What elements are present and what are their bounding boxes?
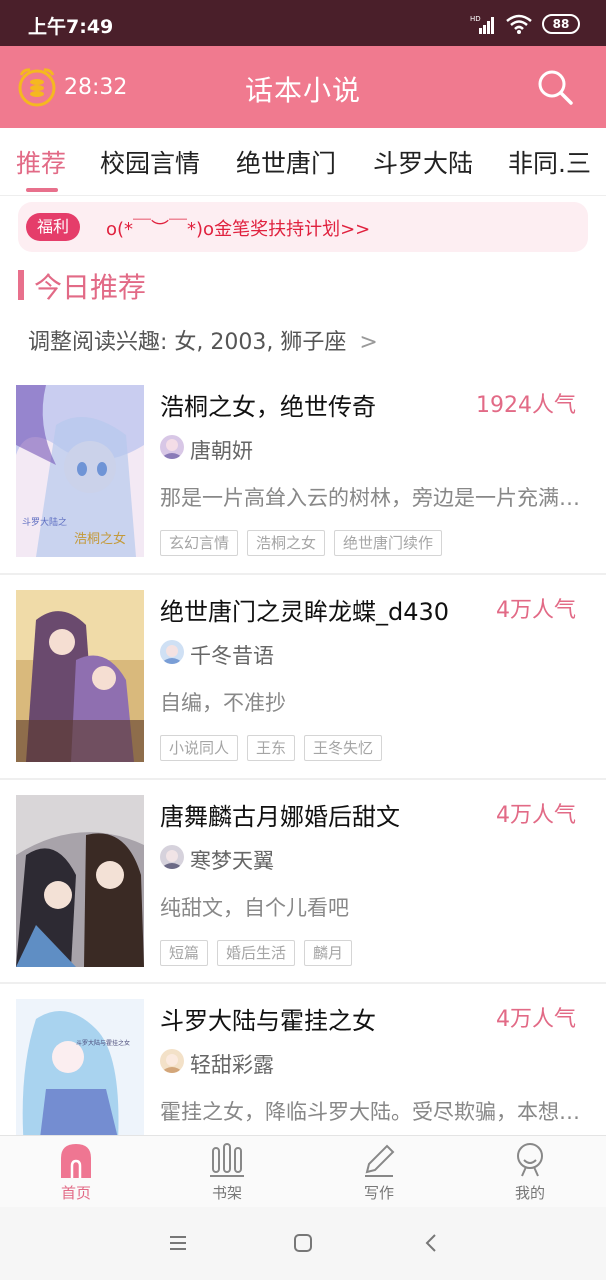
tag[interactable]: 绝世唐门续作 xyxy=(334,530,443,556)
reading-interest-text: 调整阅读兴趣: 女, 2003, 狮子座 xyxy=(28,330,347,355)
author-name[interactable]: 唐朝妍 xyxy=(190,435,253,465)
battery-icon: 88 xyxy=(542,14,580,34)
system-nav-bar xyxy=(0,1207,606,1280)
tab-jueshi-tangmen[interactable]: 绝世唐门 xyxy=(236,144,336,180)
status-icons: HD 88 xyxy=(470,12,580,36)
battery-level: 88 xyxy=(552,17,570,31)
nav-bookshelf[interactable]: 书架 xyxy=(167,1142,287,1203)
tag[interactable]: 婚后生活 xyxy=(217,940,296,966)
bottom-nav: 首页 书架 写作 我的 xyxy=(0,1135,606,1207)
book-tags: 短篇 婚后生活 麟月 xyxy=(160,940,353,966)
welfare-link[interactable]: o(*￣︶￣*)o金笔奖扶持计划>> xyxy=(106,215,370,241)
section-title: 今日推荐 xyxy=(34,271,147,304)
active-tab-indicator xyxy=(26,188,58,192)
tag[interactable]: 王冬失忆 xyxy=(304,735,383,761)
book-description: 纯甜文，自个儿看吧 xyxy=(160,896,349,920)
nav-home[interactable]: 首页 xyxy=(16,1142,136,1203)
nav-label: 写作 xyxy=(363,1184,394,1202)
book-title[interactable]: 唐舞麟古月娜婚后甜文 xyxy=(160,797,400,832)
home-icon xyxy=(61,1144,91,1178)
tag[interactable]: 浩桐之女 xyxy=(247,530,326,556)
cover-text: 斗罗大陆之 xyxy=(22,516,67,528)
book-cover xyxy=(16,795,144,967)
book-cover xyxy=(16,590,144,762)
book-description: 那是一片高耸入云的树林，旁边是一片充满灵气的湖 xyxy=(160,486,590,510)
book-tags: 玄幻言情 浩桐之女 绝世唐门续作 xyxy=(160,530,443,556)
tab-recommend[interactable]: 推荐 xyxy=(16,144,66,180)
nav-write[interactable]: 写作 xyxy=(319,1142,439,1203)
tag[interactable]: 短篇 xyxy=(160,940,209,966)
signal-icon: HD xyxy=(470,15,494,34)
tab-feitong[interactable]: 非同.三 xyxy=(508,144,591,180)
cover-text: 斗罗大陆与霍挂之女 xyxy=(76,1039,130,1047)
tag[interactable]: 玄幻言情 xyxy=(160,530,239,556)
section-marker xyxy=(18,270,24,300)
book-popularity: 4万人气 xyxy=(496,1007,576,1032)
home-button-icon[interactable] xyxy=(291,1231,315,1255)
tag[interactable]: 小说同人 xyxy=(160,735,239,761)
pencil-icon xyxy=(365,1144,395,1177)
reading-interest-link[interactable]: 调整阅读兴趣: 女, 2003, 狮子座 > xyxy=(28,324,378,356)
tag[interactable]: 麟月 xyxy=(304,940,353,966)
book-popularity: 1924人气 xyxy=(476,393,576,418)
book-item[interactable]: 斗罗大陆与霍挂之女 斗罗大陆与霍挂之女 4万人气 轻甜彩露 霍挂之女，降临斗罗大… xyxy=(0,999,606,1135)
author-name[interactable]: 轻甜彩露 xyxy=(190,1049,274,1079)
tab-douluo-dalu[interactable]: 斗罗大陆 xyxy=(373,144,473,180)
book-title[interactable]: 斗罗大陆与霍挂之女 xyxy=(160,1001,376,1036)
book-title[interactable]: 浩桐之女，绝世传奇 xyxy=(160,387,376,422)
book-tags: 小说同人 王东 王冬失忆 xyxy=(160,735,383,761)
tab-campus-romance[interactable]: 校园言情 xyxy=(100,144,200,180)
book-popularity: 4万人气 xyxy=(496,598,576,623)
status-bar: 上午7:49 HD 88 xyxy=(0,0,606,46)
search-icon[interactable] xyxy=(536,68,574,106)
book-item[interactable]: 斗罗大陆之 浩桐之女 浩桐之女，绝世传奇 1924人气 唐朝妍 那是一片高耸入云… xyxy=(0,385,606,590)
book-cover: 斗罗大陆之 浩桐之女 xyxy=(16,385,144,557)
status-time: 上午7:49 xyxy=(28,16,114,38)
welfare-banner[interactable]: 福利 o(*￣︶￣*)o金笔奖扶持计划>> xyxy=(18,202,588,252)
menu-icon[interactable] xyxy=(166,1231,190,1255)
book-description: 霍挂之女，降临斗罗大陆。受尽欺骗，本想报仇。 xyxy=(160,1100,590,1124)
author-avatar xyxy=(160,435,184,459)
nav-label: 我的 xyxy=(514,1184,545,1202)
divider xyxy=(0,778,606,780)
app-title: 话本小说 xyxy=(244,74,361,107)
back-icon[interactable] xyxy=(420,1231,444,1255)
category-tabs: 推荐 校园言情 绝世唐门 斗罗大陆 非同.三 xyxy=(0,128,606,196)
welfare-badge: 福利 xyxy=(26,213,81,241)
app-header: 28:32 话本小说 xyxy=(0,46,606,128)
nav-label: 首页 xyxy=(60,1184,91,1202)
author-avatar xyxy=(160,1049,184,1073)
cover-text: 浩桐之女 xyxy=(74,531,126,547)
profile-icon xyxy=(517,1143,543,1177)
book-title[interactable]: 绝世唐门之灵眸龙蝶_d430 xyxy=(160,592,449,627)
book-item[interactable]: 唐舞麟古月娜婚后甜文 4万人气 寒梦天翼 纯甜文，自个儿看吧 短篇 婚后生活 麟… xyxy=(0,795,606,1000)
book-item[interactable]: 绝世唐门之灵眸龙蝶_d430 4万人气 千冬昔语 自编，不准抄 小说同人 王东 … xyxy=(0,590,606,795)
author-name[interactable]: 千冬昔语 xyxy=(190,640,274,670)
svg-text:HD: HD xyxy=(470,15,481,23)
tag[interactable]: 王东 xyxy=(247,735,296,761)
author-avatar xyxy=(160,845,184,869)
book-popularity: 4万人气 xyxy=(496,803,576,828)
divider xyxy=(0,573,606,575)
book-description: 自编，不准抄 xyxy=(160,691,286,715)
wifi-icon xyxy=(506,14,532,34)
chevron-right-icon: > xyxy=(359,330,378,355)
divider xyxy=(0,982,606,984)
nav-profile[interactable]: 我的 xyxy=(470,1142,590,1203)
author-name[interactable]: 寒梦天翼 xyxy=(190,845,274,875)
author-avatar xyxy=(160,640,184,664)
book-cover: 斗罗大陆与霍挂之女 xyxy=(16,999,144,1135)
nav-label: 书架 xyxy=(211,1184,242,1202)
bookshelf-icon xyxy=(210,1143,244,1177)
